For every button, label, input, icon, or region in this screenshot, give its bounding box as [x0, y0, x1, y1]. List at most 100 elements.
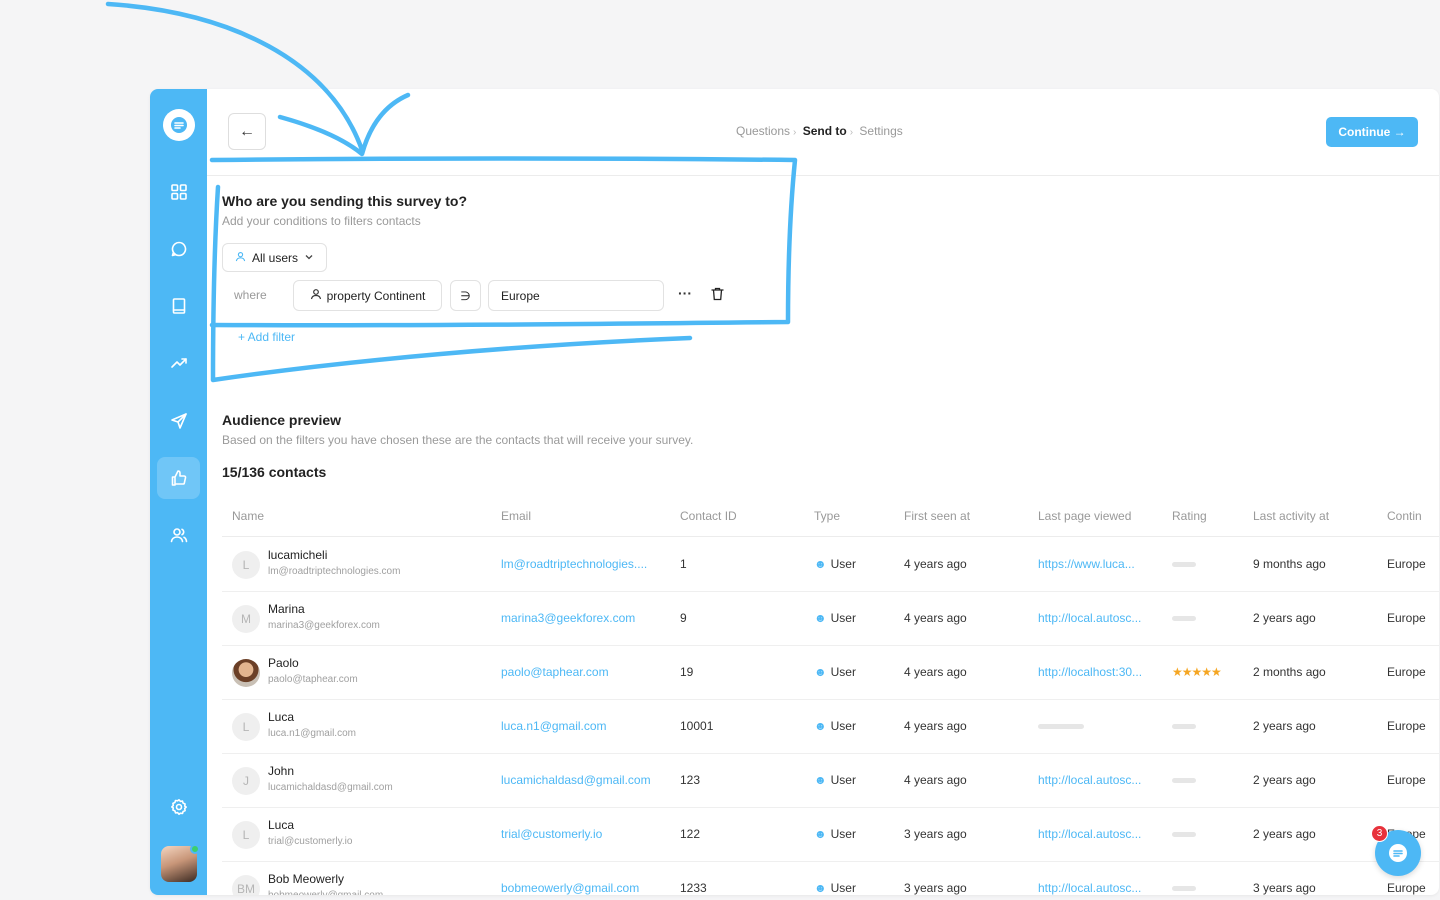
contact-email[interactable]: trial@customerly.io	[501, 827, 661, 841]
column-header[interactable]: Rating	[1172, 509, 1207, 523]
contact-email[interactable]: marina3@geekforex.com	[501, 611, 661, 625]
step-send-to[interactable]: Send to	[803, 124, 847, 138]
users-icon[interactable]	[157, 514, 200, 556]
user-icon	[310, 288, 322, 303]
audience-select[interactable]: All users	[222, 243, 328, 272]
contact-name[interactable]: Marina	[268, 602, 305, 616]
continent: Europe	[1387, 881, 1426, 895]
trash-icon[interactable]	[711, 287, 724, 306]
column-header[interactable]: Type	[814, 509, 840, 523]
chat-icon[interactable]	[157, 228, 200, 270]
step-questions[interactable]: Questions	[736, 124, 790, 138]
user-icon: ☻	[814, 665, 827, 679]
contact-name[interactable]: Paolo	[268, 656, 299, 670]
contact-id: 10001	[680, 719, 714, 733]
step-settings[interactable]: Settings	[859, 124, 902, 138]
table-row[interactable]: J John lucamichaldasd@gmail.com lucamich…	[222, 754, 1439, 808]
column-header[interactable]: Name	[232, 509, 264, 523]
contact-email-secondary: trial@customerly.io	[268, 836, 353, 847]
step-breadcrumb: Questions › Send to › Settings	[736, 124, 903, 138]
contact-email[interactable]: lucamichaldasd@gmail.com	[501, 773, 661, 787]
book-icon[interactable]	[157, 285, 200, 327]
contact-id: 122	[680, 827, 701, 841]
more-options-button[interactable]: ···	[678, 285, 692, 301]
last-page-link[interactable]: http://local.autosc...	[1038, 827, 1141, 841]
last-activity: 2 months ago	[1253, 665, 1326, 679]
first-seen: 3 years ago	[904, 881, 967, 895]
last-page-link[interactable]: http://local.autosc...	[1038, 773, 1141, 787]
last-page-link[interactable]: https://www.luca...	[1038, 557, 1135, 571]
contact-email[interactable]: paolo@taphear.com	[501, 665, 661, 679]
trend-icon[interactable]	[157, 342, 200, 384]
avatar: L	[232, 713, 260, 741]
audience-select-label: All users	[252, 250, 299, 265]
user-icon: ☻	[814, 773, 827, 787]
last-activity: 3 years ago	[1253, 881, 1316, 895]
user-icon: ☻	[814, 881, 827, 895]
contact-type: ☻ User	[814, 665, 856, 679]
empty-placeholder	[1172, 562, 1196, 567]
table-row[interactable]: Paolo paolo@taphear.com paolo@taphear.co…	[222, 646, 1439, 700]
table-row[interactable]: L lucamicheli lm@roadtriptechnologies.co…	[222, 538, 1439, 592]
user-icon: ☻	[814, 719, 827, 733]
table-row[interactable]: L Luca trial@customerly.io trial@custome…	[222, 808, 1439, 862]
column-header[interactable]: Contin	[1387, 509, 1422, 523]
last-activity: 2 years ago	[1253, 773, 1316, 787]
logo-icon[interactable]	[163, 109, 195, 141]
filter-value-input[interactable]: Europe	[488, 280, 664, 311]
first-seen: 4 years ago	[904, 665, 967, 679]
continent: Europe	[1387, 719, 1426, 733]
contact-type: ☻ User	[814, 773, 856, 787]
table-row[interactable]: BM Bob Meowerly bobmeowerly@gmail.com bo…	[222, 862, 1439, 895]
column-header[interactable]: First seen at	[904, 509, 970, 523]
contact-name[interactable]: Luca	[268, 818, 294, 832]
contact-id: 9	[680, 611, 687, 625]
first-seen: 4 years ago	[904, 719, 967, 733]
avatar: J	[232, 767, 260, 795]
contact-email[interactable]: lm@roadtriptechnologies....	[501, 557, 661, 571]
grid-icon[interactable]	[157, 171, 200, 213]
column-header[interactable]: Last activity at	[1253, 509, 1329, 523]
contact-name[interactable]: John	[268, 764, 294, 778]
last-page-link[interactable]: http://localhost:30...	[1038, 665, 1142, 679]
empty-placeholder	[1172, 832, 1196, 837]
filter-property-label: property Continent	[326, 288, 426, 303]
first-seen: 3 years ago	[904, 827, 967, 841]
filter-property-select[interactable]: property Continent	[293, 280, 442, 311]
top-bar: ← Questions › Send to › Settings Continue …	[207, 89, 1439, 176]
avatar: L	[232, 551, 260, 579]
contact-email[interactable]: bobmeowerly@gmail.com	[501, 881, 661, 895]
table-row[interactable]: M Marina marina3@geekforex.com marina3@g…	[222, 592, 1439, 646]
audience-preview-title: Audience preview	[222, 412, 342, 428]
table-row[interactable]: L Luca luca.n1@gmail.com luca.n1@gmail.c…	[222, 700, 1439, 754]
filter-operator-select[interactable]: ∋	[450, 280, 481, 311]
contact-email[interactable]: luca.n1@gmail.com	[501, 719, 661, 733]
user-avatar[interactable]	[161, 844, 200, 882]
contact-name[interactable]: Luca	[268, 710, 294, 724]
empty-placeholder	[1172, 724, 1196, 729]
add-filter-button[interactable]: + Add filter	[238, 330, 295, 344]
contact-email-secondary: bobmeowerly@gmail.com	[268, 890, 383, 895]
last-activity: 2 years ago	[1253, 827, 1316, 841]
column-header[interactable]: Last page viewed	[1038, 509, 1131, 523]
thumbs-up-icon[interactable]	[157, 457, 200, 499]
back-button[interactable]: ←	[228, 113, 266, 150]
audience-preview-subtitle: Based on the filters you have chosen the…	[222, 433, 694, 447]
last-page-link[interactable]: http://local.autosc...	[1038, 611, 1141, 625]
first-seen: 4 years ago	[904, 557, 967, 571]
gear-icon[interactable]	[157, 786, 200, 828]
contact-name[interactable]: lucamicheli	[268, 548, 327, 562]
column-header[interactable]: Email	[501, 509, 531, 523]
contact-type: ☻ User	[814, 611, 856, 625]
user-icon: ☻	[814, 611, 827, 625]
column-header[interactable]: Contact ID	[680, 509, 737, 523]
filter-section-subtitle: Add your conditions to filters contacts	[222, 214, 421, 228]
last-page-link[interactable]: http://local.autosc...	[1038, 881, 1141, 895]
avatar	[232, 659, 260, 687]
continue-button[interactable]: Continue →	[1326, 117, 1418, 147]
contact-email-secondary: lucamichaldasd@gmail.com	[268, 782, 393, 793]
contact-type: ☻ User	[814, 827, 856, 841]
send-icon[interactable]	[157, 400, 200, 442]
continent: Europe	[1387, 611, 1426, 625]
contact-name[interactable]: Bob Meowerly	[268, 872, 344, 886]
